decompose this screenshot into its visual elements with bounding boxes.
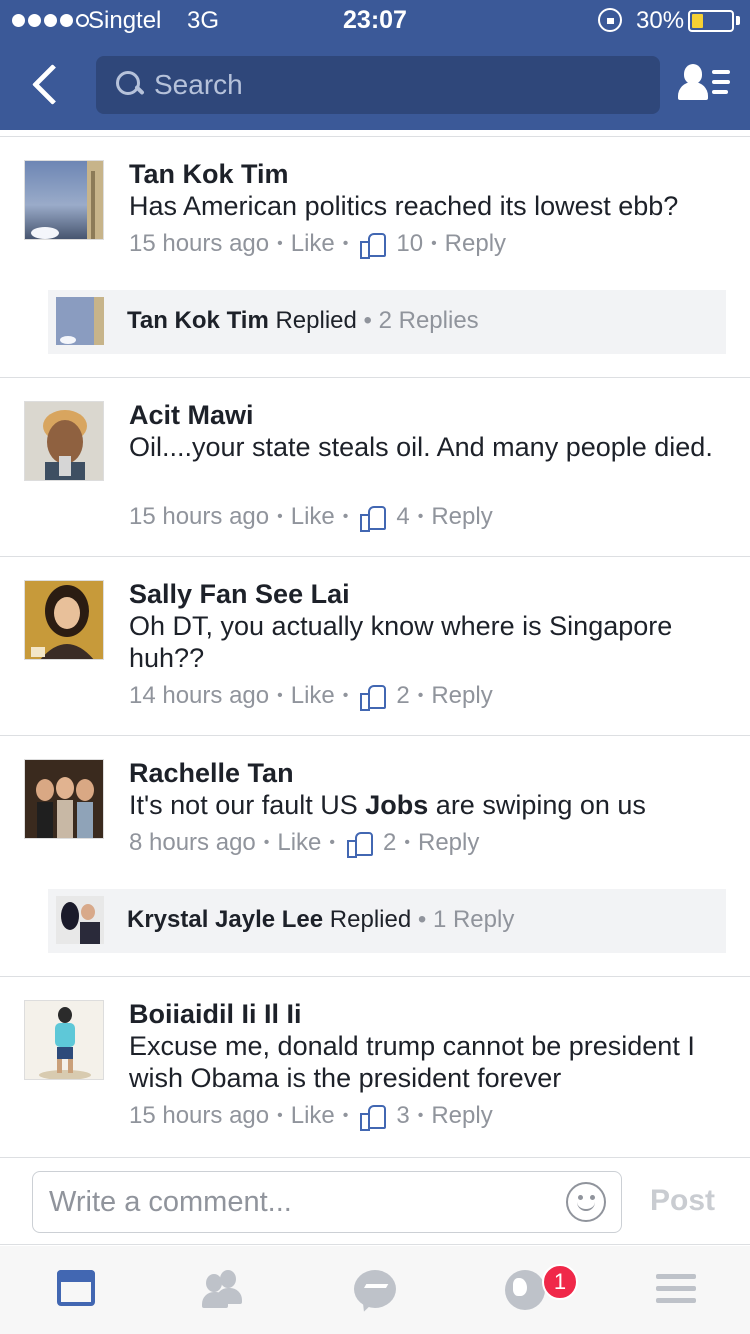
reply-button[interactable]: Reply [418, 829, 479, 857]
thumbs-up-icon [360, 504, 387, 532]
commenter-name[interactable]: Sally Fan See Lai [129, 579, 350, 610]
comment-timestamp: 15 hours ago [129, 503, 270, 530]
reply-button[interactable]: Reply [431, 503, 492, 531]
comment-meta: 15 hours ago • Like • 4 • Reply [129, 503, 493, 532]
like-button[interactable]: Like [291, 682, 335, 710]
battery-nub [736, 16, 740, 25]
thumbs-up-icon [360, 1103, 387, 1131]
comment-timestamp: 8 hours ago [129, 829, 256, 856]
comment-text-bold: Jobs [365, 790, 429, 820]
commenter-name[interactable]: Tan Kok Tim [129, 159, 289, 190]
comment-item: Sally Fan See Lai Oh DT, you actually kn… [0, 557, 750, 736]
reply-count: 1 Reply [432, 906, 515, 933]
comment-item: Tan Kok Tim Has American politics reache… [0, 137, 750, 378]
battery-percentage: 30% [636, 7, 685, 34]
reply-author: Tan Kok Tim [127, 307, 269, 334]
like-count: 2 [396, 682, 410, 709]
like-count: 10 [396, 230, 424, 257]
search-icon [116, 71, 142, 97]
comment-text: Oil....your state steals oil. And many p… [129, 432, 713, 462]
reply-count: 2 Replies [378, 307, 479, 334]
like-count: 2 [383, 829, 397, 856]
comment-item: Rachelle Tan It's not our fault US Jobs … [0, 736, 750, 977]
reply-button[interactable]: Reply [431, 1102, 492, 1130]
comment-text: It's not our fault US Jobs are swiping o… [129, 789, 729, 821]
like-button[interactable]: Like [291, 1102, 335, 1130]
comment-meta: 15 hours ago • Like • 3 • Reply [129, 1102, 493, 1131]
bottom-tab-bar [0, 1246, 750, 1334]
comment-timestamp: 15 hours ago [129, 230, 270, 257]
reply-button[interactable]: Reply [445, 230, 506, 258]
orientation-lock-icon [598, 8, 622, 32]
news-feed-icon[interactable] [55, 1264, 109, 1318]
comment-meta: 14 hours ago • Like • 2 • Reply [129, 682, 493, 711]
thumbs-up-icon [347, 830, 374, 858]
reply-button[interactable]: Reply [431, 682, 492, 710]
like-button[interactable]: Like [277, 829, 321, 857]
comment-timestamp: 15 hours ago [129, 1102, 270, 1129]
thumbs-up-icon [360, 683, 387, 711]
avatar[interactable] [24, 160, 104, 240]
replies-preview[interactable]: Tan Kok Tim Replied • 2 Replies [48, 290, 726, 354]
commenter-name[interactable]: Boiiaidil Ii Il Ii [129, 999, 302, 1030]
reply-avatar [56, 297, 104, 345]
back-button[interactable] [22, 60, 72, 110]
reply-author: Krystal Jayle Lee [127, 906, 324, 933]
search-placeholder: Search [154, 69, 243, 100]
commenter-name[interactable]: Acit Mawi [129, 400, 254, 431]
search-bar[interactable]: Search [96, 56, 660, 114]
comment-text: Oh DT, you actually know where is Singap… [129, 611, 673, 673]
reply-action: Replied [329, 906, 412, 933]
avatar[interactable] [24, 1000, 104, 1080]
notification-badge: 1 [542, 1264, 578, 1300]
replies-preview[interactable]: Krystal Jayle Lee Replied • 1 Reply [48, 889, 726, 953]
friend-requests-icon[interactable] [200, 1264, 254, 1318]
commenter-name[interactable]: Rachelle Tan [129, 758, 294, 789]
status-bar: Singtel 3G 23:07 30% [0, 0, 750, 40]
comment-meta: 8 hours ago • Like • 2 • Reply [129, 829, 480, 858]
reply-avatar [56, 896, 104, 944]
comment-meta: 15 hours ago • Like • 10 • Reply [129, 230, 507, 259]
like-count: 4 [396, 503, 410, 530]
smiley-icon[interactable] [566, 1182, 606, 1222]
comment-timestamp: 14 hours ago [129, 682, 270, 709]
menu-icon[interactable] [652, 1264, 706, 1318]
messenger-icon[interactable] [352, 1264, 406, 1318]
comment-text: Excuse me, donald trump cannot be presid… [129, 1031, 695, 1093]
comment-text: Has American politics reached its lowest… [129, 191, 679, 221]
comment-input[interactable] [32, 1171, 622, 1233]
battery-level [692, 14, 703, 28]
comment-text-part: It's not our fault US [129, 790, 366, 820]
avatar[interactable] [24, 580, 104, 660]
reply-action: Replied [275, 307, 357, 334]
like-button[interactable]: Like [291, 503, 335, 531]
top-navigation-bar: Singtel 3G 23:07 30% Search [0, 0, 750, 130]
comment-item: Boiiaidil Ii Il Ii Excuse me, donald tru… [0, 977, 750, 1157]
reply-summary: Tan Kok Tim Replied • 2 Replies [127, 307, 479, 334]
avatar[interactable] [24, 759, 104, 839]
friend-list-button[interactable] [676, 60, 732, 110]
like-count: 3 [396, 1102, 410, 1129]
like-button[interactable]: Like [291, 230, 335, 258]
avatar[interactable] [24, 401, 104, 481]
comment-composer: Post [0, 1157, 750, 1245]
comment-item: Acit Mawi Oil....your state steals oil. … [0, 378, 750, 557]
comments-list: Tan Kok Tim Has American politics reache… [0, 130, 750, 1157]
reply-summary: Krystal Jayle Lee Replied • 1 Reply [127, 906, 515, 933]
comment-text-part: are swiping on us [428, 790, 646, 820]
post-button[interactable]: Post [650, 1184, 715, 1218]
thumbs-up-icon [360, 231, 387, 259]
battery-icon [688, 10, 734, 32]
